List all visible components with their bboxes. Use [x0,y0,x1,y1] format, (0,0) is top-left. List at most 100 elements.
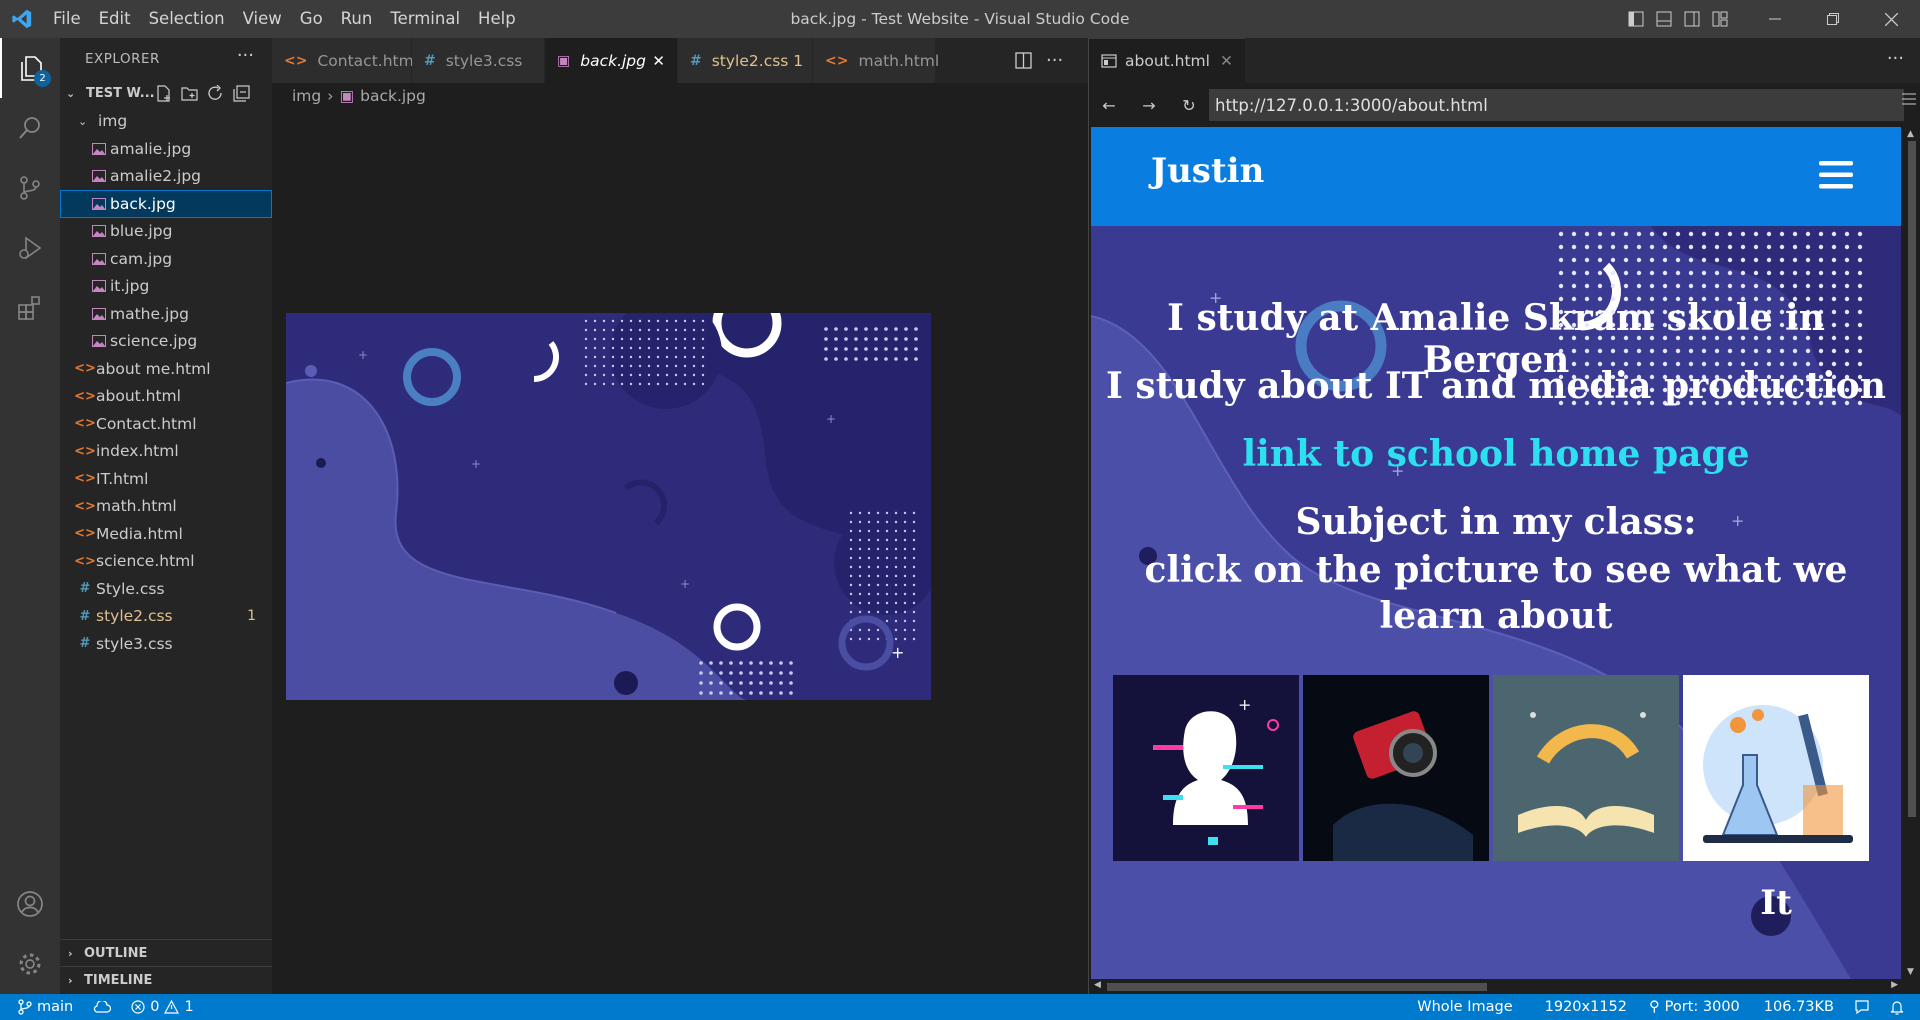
editor-tab[interactable]: <> Contact.html [272,38,418,83]
live-server-port[interactable]: ⚲ Port: 3000 [1637,999,1750,1015]
horizontal-scrollbar[interactable]: ◀ ▶ [1091,979,1901,994]
extensions-activity[interactable] [0,278,60,338]
file-label: Style.css [96,579,165,598]
menu-view[interactable]: View [234,0,291,38]
svg-text:+: + [358,348,368,362]
search-activity[interactable] [0,98,60,158]
vertical-scrollbar[interactable]: ▲ ▼ [1902,127,1920,979]
more-actions-icon[interactable]: ··· [1046,50,1063,71]
toggle-panel-icon[interactable] [1650,0,1678,38]
editor-tab[interactable]: ▣ back.jpg ✕ [545,38,678,83]
file-item[interactable]: <> Contact.html [60,410,272,438]
html-file-icon: <> [825,52,849,69]
notifications-button[interactable] [1880,999,1920,1015]
accounts-activity[interactable] [0,874,60,934]
toggle-secondary-sidebar-icon[interactable] [1678,0,1706,38]
tab-label: back.jpg [580,51,646,70]
browser-preview-icon [1101,54,1117,68]
customize-layout-icon[interactable] [1706,0,1734,38]
refresh-icon[interactable] [207,85,224,102]
site-brand[interactable]: Justin [1151,151,1264,191]
close-tab-icon[interactable]: ✕ [1220,52,1233,70]
file-item[interactable]: blue.jpg [60,218,272,246]
more-actions-icon[interactable]: ··· [1887,48,1904,69]
breadcrumb-file[interactable]: back.jpg [360,87,426,105]
science-subject-image[interactable] [1683,675,1869,861]
file-item[interactable]: <> math.html [60,493,272,521]
file-item[interactable]: <> index.html [60,438,272,466]
file-item[interactable]: cam.jpg [60,245,272,273]
menu-file[interactable]: File [44,0,90,38]
feedback-button[interactable] [1844,999,1880,1015]
close-tab-icon[interactable]: ✕ [652,52,665,70]
reload-icon: ↻ [1182,95,1196,115]
project-name: TEST W... [86,86,155,102]
file-item[interactable]: <> about me.html [60,355,272,383]
new-file-icon[interactable] [155,85,172,102]
image-zoom-mode[interactable]: Whole Image [1407,999,1522,1015]
file-label: back.jpg [110,194,176,213]
svg-text:+: + [891,643,904,662]
run-debug-activity[interactable] [0,218,60,278]
breadcrumb-folder[interactable]: img [292,87,321,105]
cloud-sync-icon [93,1001,112,1013]
reload-button[interactable]: ↻ [1169,83,1209,127]
file-item[interactable]: science.jpg [60,328,272,356]
project-folder-header[interactable]: ⌄ TEST W... [60,80,272,108]
toggle-primary-sidebar-icon[interactable] [1622,0,1650,38]
branch-indicator[interactable]: main [0,999,83,1015]
image-file-icon [88,142,110,155]
more-actions-icon[interactable]: ··· [237,38,254,74]
editor-tab[interactable]: # style2.css 1 [678,38,813,83]
branch-name: main [37,999,74,1015]
timeline-section[interactable]: › TIMELINE [60,966,272,993]
browser-tab[interactable]: about.html ✕ [1089,38,1245,83]
forward-button[interactable]: → [1129,83,1169,127]
editor-tab[interactable]: <> math.html [813,38,939,83]
back-button[interactable]: ← [1089,83,1129,127]
sync-button[interactable] [83,1001,121,1013]
file-item[interactable]: # Style.css [60,575,272,603]
menu-terminal[interactable]: Terminal [381,0,469,38]
file-item[interactable]: <> IT.html [60,465,272,493]
editor-tab[interactable]: # style3.css [412,38,545,83]
menu-help[interactable]: Help [469,0,525,38]
restore-button[interactable] [1804,0,1862,38]
hamburger-menu-icon[interactable] [1819,160,1853,190]
html-file-icon: <> [74,498,96,514]
file-item[interactable]: amalie2.jpg [60,163,272,191]
explorer-activity[interactable]: 2 [0,38,60,98]
image-file-icon [88,335,110,348]
manage-activity[interactable] [0,934,60,994]
file-item[interactable]: mathe.jpg [60,300,272,328]
file-item[interactable]: <> science.html [60,548,272,576]
menu-edit[interactable]: Edit [90,0,140,38]
problem-count-badge: 1 [247,608,256,625]
school-home-link[interactable]: link to school home page [1091,433,1901,475]
it-subject-image[interactable]: + [1113,675,1299,861]
minimize-button[interactable] [1746,0,1804,38]
file-item[interactable]: # style3.css [60,630,272,658]
url-input[interactable]: http://127.0.0.1:3000/about.html [1209,89,1904,121]
outline-section[interactable]: › OUTLINE [60,939,272,966]
media-subject-image[interactable] [1303,675,1489,861]
new-folder-icon[interactable] [181,85,198,102]
file-item[interactable]: # style2.css 1 [60,603,272,631]
split-editor-icon[interactable] [1015,52,1032,69]
menu-selection[interactable]: Selection [140,0,234,38]
folder-img[interactable]: ⌄ img [60,108,272,136]
menu-go[interactable]: Go [291,0,332,38]
collapse-all-icon[interactable] [233,85,250,102]
problems-indicator[interactable]: 0 1 [121,999,203,1015]
math-subject-image[interactable] [1493,675,1679,861]
file-item[interactable]: <> about.html [60,383,272,411]
menu-run[interactable]: Run [332,0,382,38]
menu-icon[interactable] [1902,93,1916,105]
html-file-icon: <> [74,526,96,542]
file-item[interactable]: back.jpg [60,190,272,218]
file-item[interactable]: it.jpg [60,273,272,301]
file-item[interactable]: amalie.jpg [60,135,272,163]
close-window-button[interactable] [1862,0,1920,38]
source-control-activity[interactable] [0,158,60,218]
file-item[interactable]: <> Media.html [60,520,272,548]
